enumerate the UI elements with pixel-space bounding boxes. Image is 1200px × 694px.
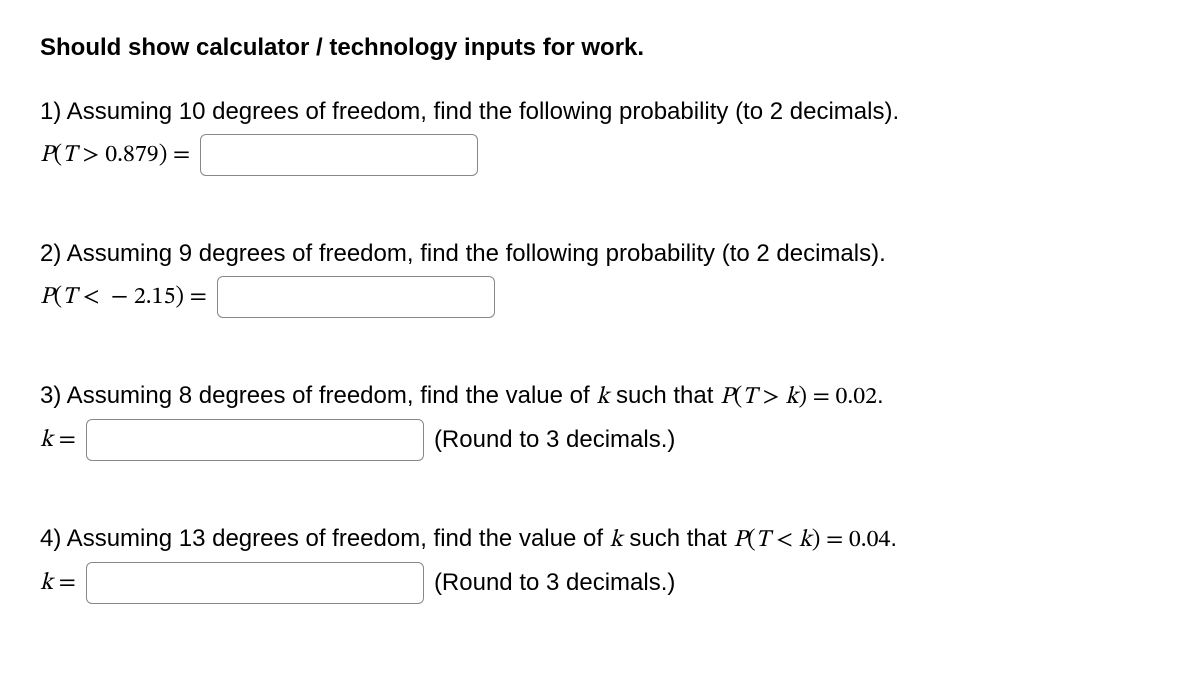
q4-close-paren: ) [812,528,821,552]
q1-answer-line: P(T > 0.879) = [40,134,1160,176]
q2-op: < [82,285,99,309]
q3-prompt: 3) Assuming 8 degrees of freedom, find t… [40,378,1160,415]
q1-val: 0.879 [105,143,158,167]
q3-rhs: 0.02 [836,385,878,409]
q1-eq: = [173,143,190,167]
question-2: 2) Assuming 9 degrees of freedom, find t… [40,236,1160,318]
q4-open-paren: ( [747,528,756,552]
q1-P: P [40,143,54,167]
q4-rhs: 0.04 [849,528,891,552]
q1-T: T [62,143,76,167]
q1-prompt: 1) Assuming 10 degrees of freedom, find … [40,94,1160,130]
q4-P: P [733,528,747,552]
q4-answer-input[interactable] [86,562,424,604]
q3-ans-k: k [40,428,53,452]
q3-k: k [785,385,798,409]
q3-ans-lhs: k = [40,422,76,458]
q4-prompt-mid: such that [623,525,734,552]
q2-close-paren: ) [175,285,184,309]
q3-expression: P(T > k) = 0.02 [720,385,877,409]
q3-T: T [742,385,756,409]
q2-prompt: 2) Assuming 9 degrees of freedom, find t… [40,236,1160,272]
q3-prompt-prefix: 3) Assuming 8 degrees of freedom, find t… [40,382,596,409]
q4-T: T [756,528,770,552]
q2-T: T [62,285,76,309]
page-heading: Should show calculator / technology inpu… [40,30,1160,66]
q4-prompt-end: . [890,525,897,552]
q4-prompt: 4) Assuming 13 degrees of freedom, find … [40,521,1160,558]
q2-neg: − [111,285,128,309]
q3-close-paren: ) [798,385,807,409]
q3-hint: (Round to 3 decimals.) [434,422,675,458]
q4-op: < [776,528,793,552]
q4-answer-line: k = (Round to 3 decimals.) [40,562,1160,604]
question-1: 1) Assuming 10 degrees of freedom, find … [40,94,1160,176]
q3-prompt-mid: such that [609,382,720,409]
q1-close-paren: ) [159,143,168,167]
q4-ans-lhs: k = [40,565,76,601]
q2-val: 2.15 [134,285,176,309]
q2-eq: = [190,285,207,309]
q4-expression: P(T < k) = 0.04 [733,528,890,552]
q3-answer-input[interactable] [86,419,424,461]
q3-P: P [720,385,734,409]
q4-prompt-prefix: 4) Assuming 13 degrees of freedom, find … [40,525,610,552]
q4-k: k [799,528,812,552]
question-4: 4) Assuming 13 degrees of freedom, find … [40,521,1160,604]
q2-open-paren: ( [54,285,63,309]
q2-expression: P(T < − 2.15) = [40,279,207,315]
q4-eq: = [826,528,843,552]
q4-ans-eq: = [59,571,76,595]
q2-answer-line: P(T < − 2.15) = [40,276,1160,318]
q3-prompt-k: k [596,385,609,409]
q3-prompt-end: . [877,382,884,409]
q1-answer-input[interactable] [200,134,478,176]
q4-ans-k: k [40,571,53,595]
q4-hint: (Round to 3 decimals.) [434,565,675,601]
q2-P: P [40,285,54,309]
question-3: 3) Assuming 8 degrees of freedom, find t… [40,378,1160,461]
q1-expression: P(T > 0.879) = [40,137,190,173]
q3-answer-line: k = (Round to 3 decimals.) [40,419,1160,461]
q2-answer-input[interactable] [217,276,495,318]
q3-op: > [762,385,779,409]
q1-op: > [82,143,99,167]
q3-eq: = [813,385,830,409]
q3-ans-eq: = [59,428,76,452]
q4-prompt-k: k [610,528,623,552]
q1-open-paren: ( [54,143,63,167]
